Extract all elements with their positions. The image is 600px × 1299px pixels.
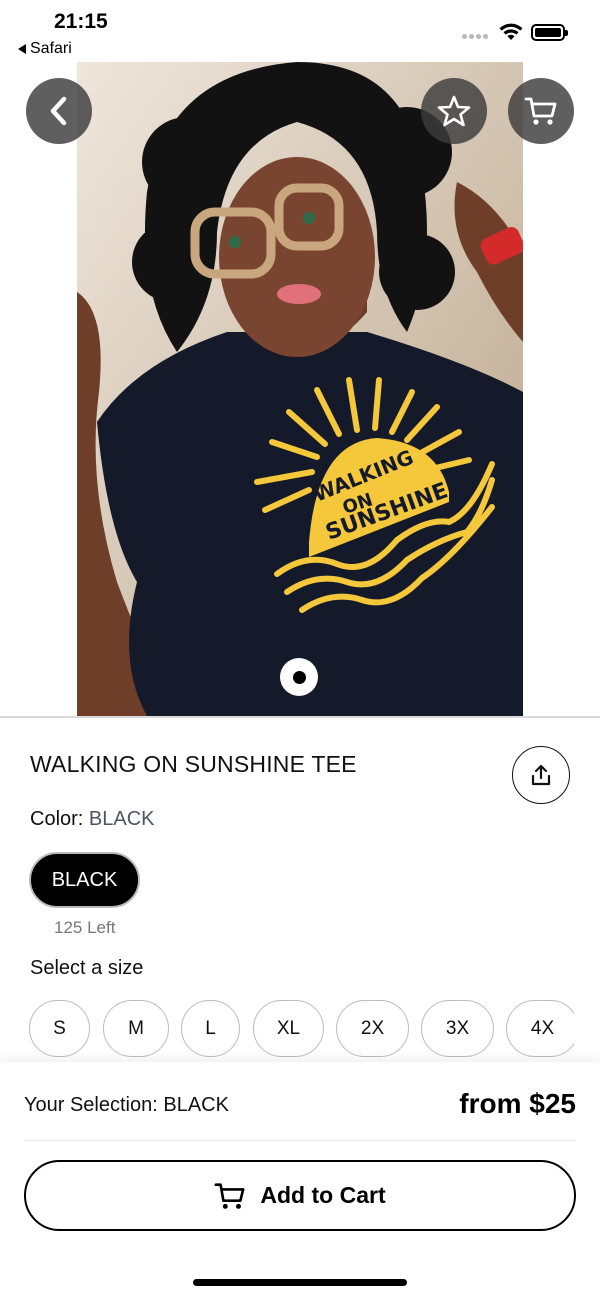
wifi-icon (499, 23, 523, 40)
product-title: WALKING ON SUNSHINE TEE (30, 751, 357, 777)
share-button[interactable] (512, 746, 570, 804)
product-photo: WALKING ON SUNSHINE (77, 62, 523, 716)
cart-icon (214, 1182, 245, 1209)
size-option-m[interactable]: M (103, 1000, 169, 1057)
price-label: from $25 (459, 1088, 576, 1119)
stock-count: 125 Left (54, 918, 116, 937)
status-time: 21:15 (54, 10, 108, 33)
divider (24, 1140, 576, 1141)
signal-icon (462, 34, 488, 39)
product-image-gallery[interactable]: WALKING ON SUNSHINE (0, 62, 600, 716)
cart-icon (524, 97, 557, 125)
cart-button[interactable] (508, 78, 574, 144)
divider (0, 716, 600, 718)
size-option-xl[interactable]: XL (253, 1000, 324, 1057)
chevron-left-icon (50, 96, 67, 126)
size-option-2x[interactable]: 2X (336, 1000, 409, 1057)
add-to-cart-label: Add to Cart (260, 1182, 386, 1208)
back-button[interactable] (26, 78, 92, 144)
color-selection-label: Color: BLACK (30, 808, 155, 831)
star-icon (437, 95, 471, 127)
size-options: S M L XL 2X 3X 4X (29, 1000, 574, 1058)
back-triangle-icon (18, 44, 26, 54)
size-option-l[interactable]: L (181, 1000, 240, 1057)
your-selection-label: Your Selection: BLACK (24, 1094, 229, 1116)
home-indicator[interactable] (193, 1279, 407, 1286)
purchase-bar: Your Selection: BLACK from $25 Add to Ca… (0, 1062, 600, 1299)
color-value: BLACK (88, 808, 155, 830)
size-option-s[interactable]: S (29, 1000, 90, 1057)
color-option-black[interactable]: BLACK (29, 852, 140, 908)
back-to-safari-link[interactable]: Safari (18, 40, 72, 58)
favorite-button[interactable] (421, 78, 487, 144)
battery-icon (531, 24, 568, 41)
add-to-cart-button[interactable]: Add to Cart (24, 1160, 576, 1231)
color-label: Color: (30, 808, 84, 830)
status-bar: 21:15 Safari (0, 0, 600, 62)
size-heading: Select a size (30, 957, 144, 979)
back-app-label: Safari (30, 40, 72, 57)
size-option-4x[interactable]: 4X (506, 1000, 574, 1057)
size-option-3x[interactable]: 3X (421, 1000, 494, 1057)
page-indicator-dot (292, 670, 306, 684)
image-pager-indicator[interactable] (280, 658, 318, 696)
share-icon (531, 764, 551, 786)
